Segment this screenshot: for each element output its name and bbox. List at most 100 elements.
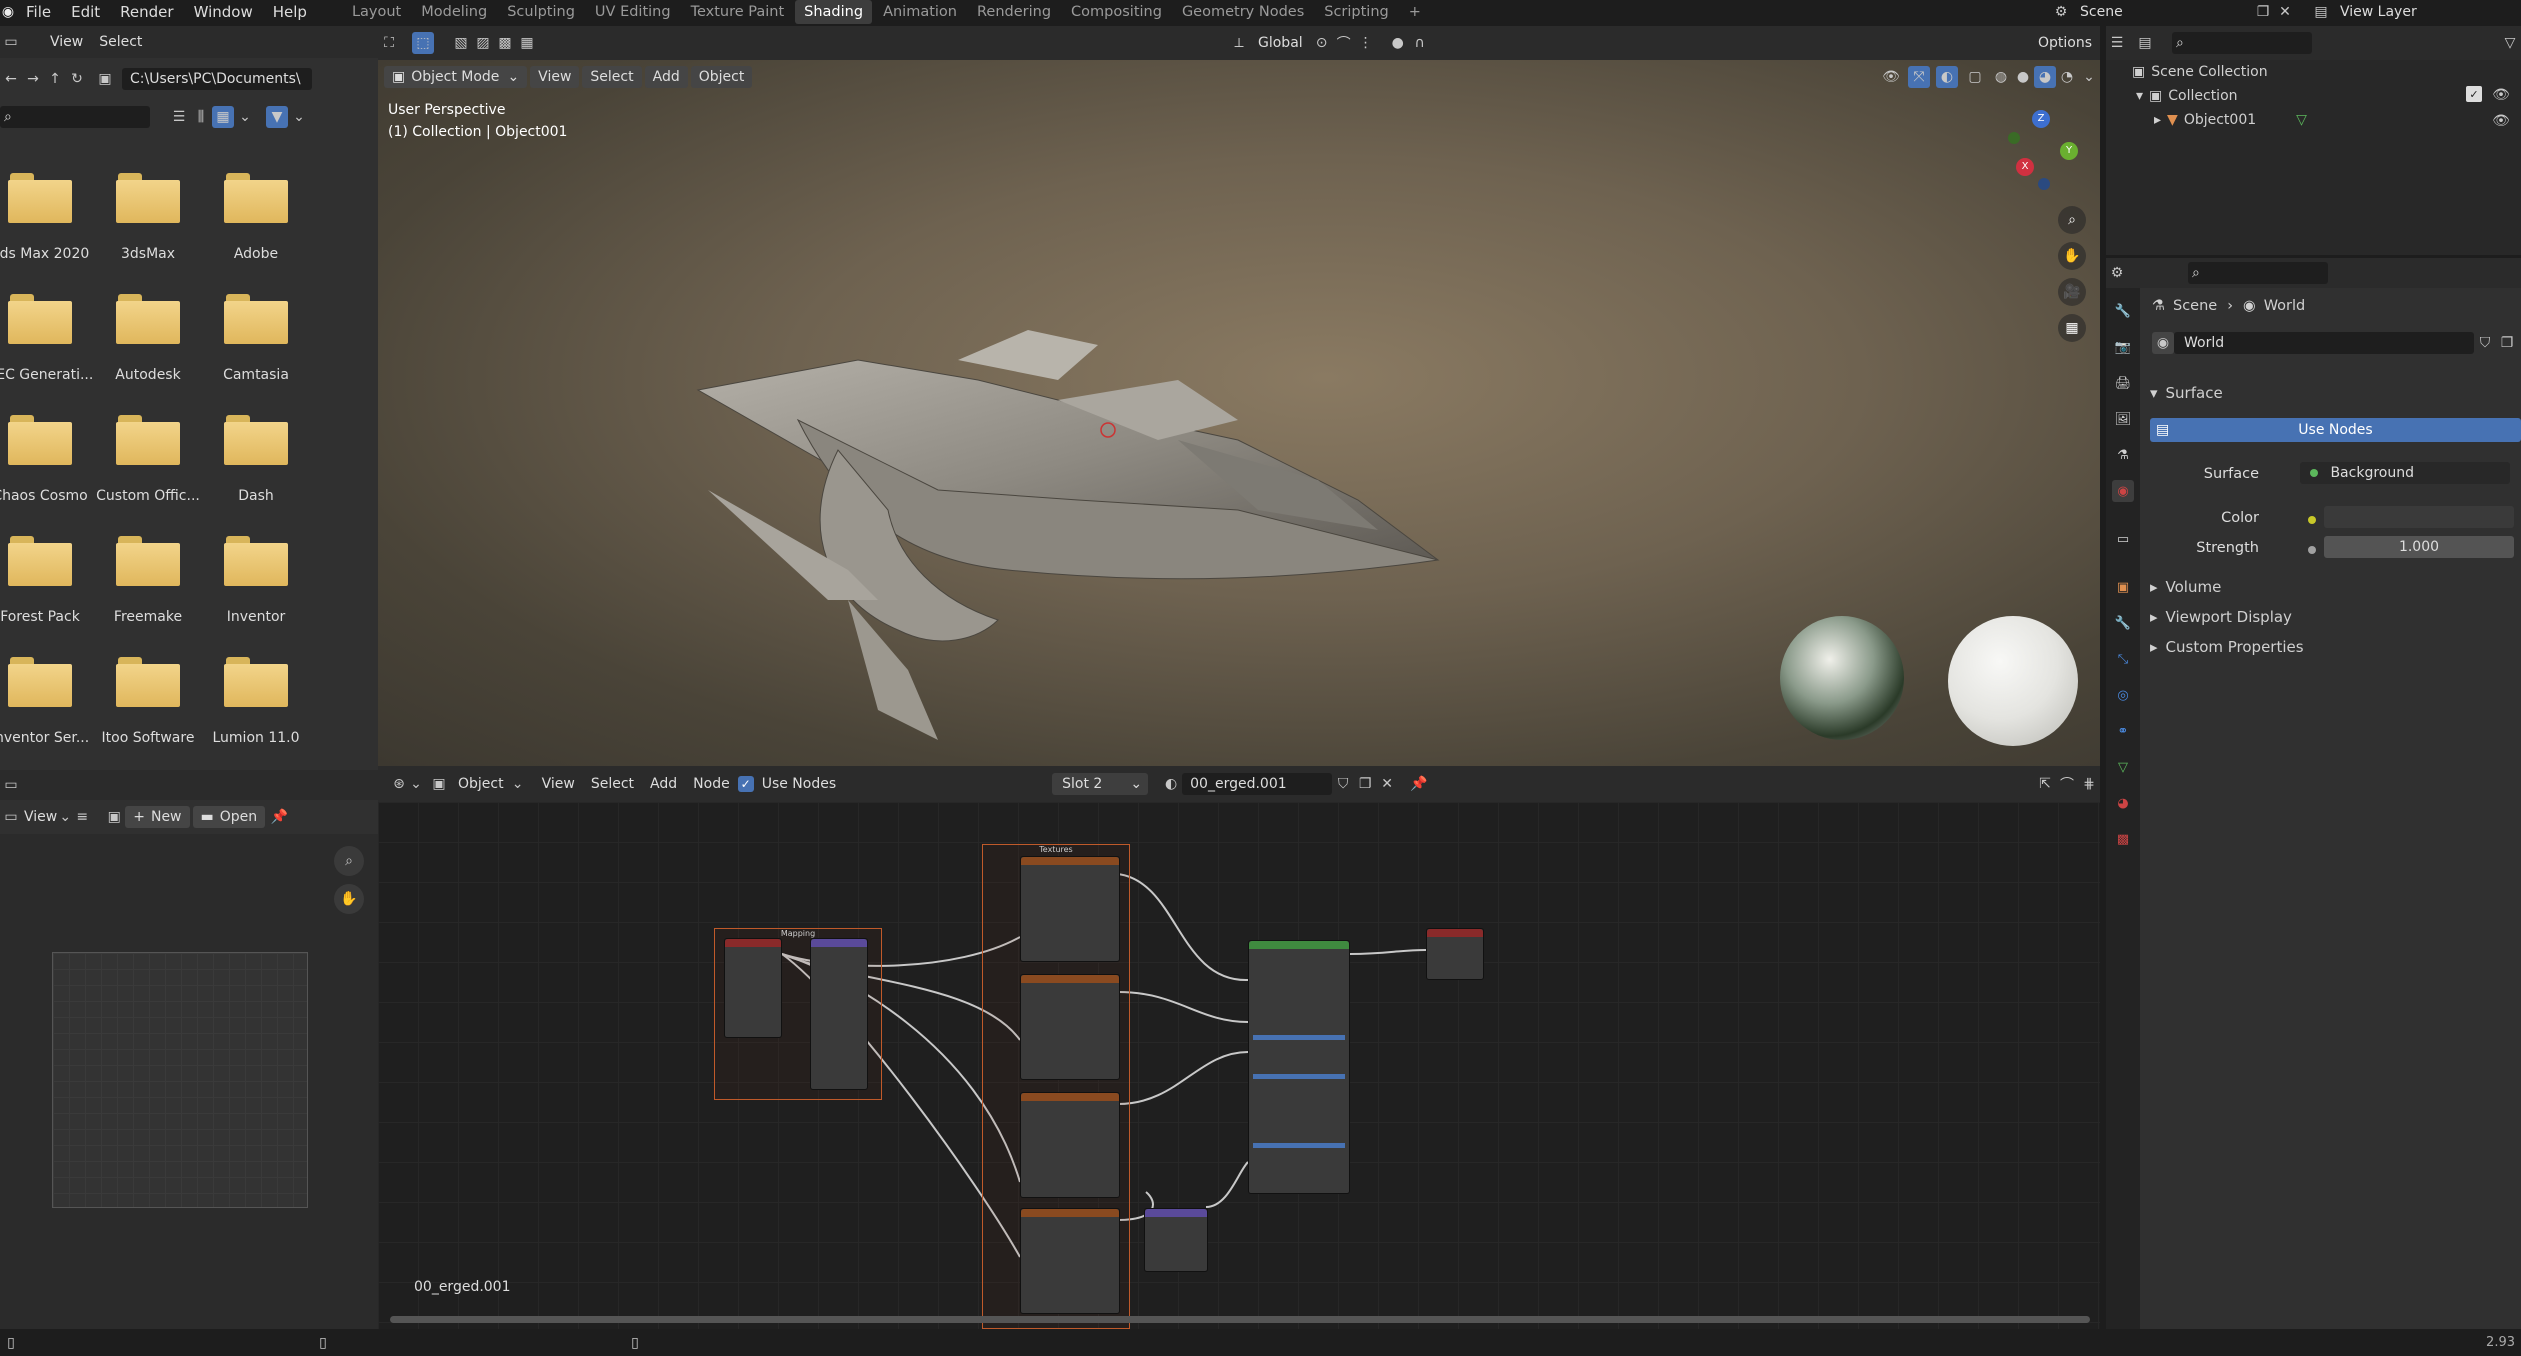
use-nodes-button[interactable]: ▤ Use Nodes bbox=[2150, 418, 2521, 442]
pivot-icon[interactable]: ⊙ bbox=[1311, 32, 1333, 54]
texture-coordinate-node[interactable] bbox=[724, 938, 782, 1038]
outliner-search-input[interactable]: ⌕ bbox=[2172, 32, 2312, 54]
folder-label[interactable]: Autodesk bbox=[93, 367, 203, 383]
material-name-field[interactable]: 00_erged.001 bbox=[1182, 773, 1333, 795]
surface-panel-header[interactable]: ▾ Surface bbox=[2150, 384, 2223, 402]
menu-window[interactable]: Window bbox=[184, 0, 263, 24]
3d-viewport[interactable]: ▣ Object Mode ⌄ View Select Add Object 👁 ⤧… bbox=[378, 60, 2100, 766]
surface-shader-field[interactable]: Background bbox=[2300, 462, 2510, 484]
editor-type-icon[interactable]: ☰ bbox=[2106, 32, 2128, 54]
mapping-node[interactable] bbox=[810, 938, 868, 1090]
list-horizontal-icon[interactable]: ⫼ bbox=[190, 106, 212, 128]
outliner-row-collection[interactable]: ▾ ▣ Collection bbox=[2136, 88, 2238, 104]
select-intersect-icon[interactable]: ▦ bbox=[516, 32, 538, 54]
editor-type-icon[interactable]: ⛶ bbox=[378, 32, 400, 54]
tab-scripting[interactable]: Scripting bbox=[1315, 0, 1397, 24]
gizmo-y-axis[interactable]: Y bbox=[2060, 142, 2078, 160]
image-texture-node-normal[interactable] bbox=[1020, 1208, 1120, 1314]
image-menu-view[interactable]: View bbox=[22, 806, 59, 828]
hand-pan-icon[interactable]: ✋ bbox=[2058, 242, 2086, 270]
transform-orientation-dropdown[interactable]: Global bbox=[1250, 32, 1311, 54]
back-icon[interactable]: ← bbox=[0, 68, 22, 90]
editor-type-icon[interactable]: ▭ bbox=[0, 774, 22, 796]
folder-label[interactable]: 3ds Max 2020 bbox=[0, 246, 95, 262]
snap-icon[interactable]: ⌒ bbox=[1333, 32, 1355, 54]
breadcrumb-scene[interactable]: Scene bbox=[2173, 298, 2217, 314]
viewport-menu-select[interactable]: Select bbox=[582, 66, 642, 88]
principled-bsdf-node[interactable] bbox=[1248, 940, 1350, 1194]
material-sphere-icon[interactable]: ◐ bbox=[1160, 773, 1182, 795]
fake-user-shield-icon[interactable]: ⛉ bbox=[1332, 773, 1354, 795]
breadcrumb-world[interactable]: World bbox=[2264, 298, 2306, 314]
folder-label[interactable]: Inventor Ser... bbox=[0, 730, 95, 746]
menu-render[interactable]: Render bbox=[110, 0, 183, 24]
add-workspace-button[interactable]: + bbox=[1400, 0, 1430, 24]
folder-label[interactable]: Dash bbox=[201, 488, 311, 504]
thumbnails-icon[interactable]: ▦ bbox=[212, 106, 234, 128]
folder-icon[interactable] bbox=[8, 657, 72, 707]
shader-type-dropdown[interactable]: Object bbox=[450, 773, 512, 795]
slot-dropdown[interactable]: Slot 2 ⌄ bbox=[1052, 773, 1149, 795]
path-field[interactable]: C:\Users\PC\Documents\ bbox=[122, 68, 312, 90]
eye-icon[interactable]: 👁 bbox=[2490, 110, 2512, 132]
scene-selector[interactable]: ⚙ Scene ❐ ✕ ▤ View Layer bbox=[2050, 0, 2425, 24]
eye-icon[interactable]: 👁 bbox=[2490, 84, 2512, 106]
display-mode-icon[interactable]: ▤ bbox=[2134, 32, 2156, 54]
render-tab-icon[interactable]: 📷 bbox=[2112, 336, 2134, 358]
tool-tab-icon[interactable]: 🔧 bbox=[2112, 300, 2134, 322]
view-mode-icon[interactable]: ▭ bbox=[0, 806, 22, 828]
mode-dropdown[interactable]: ▣ Object Mode ⌄ bbox=[384, 66, 528, 88]
folder-label[interactable]: Chaos Cosmo bbox=[0, 488, 95, 504]
use-nodes-checkbox[interactable]: ✓ Use Nodes bbox=[737, 773, 844, 795]
chevron-down-icon[interactable]: ⌄ bbox=[234, 106, 256, 128]
gizmo-neg-y[interactable] bbox=[2008, 132, 2020, 144]
menu-lines-icon[interactable]: ≡ bbox=[71, 806, 93, 828]
duplicate-world-icon[interactable]: ❐ bbox=[2496, 332, 2518, 354]
folder-label[interactable]: Adobe bbox=[201, 246, 311, 262]
color-swatch-field[interactable] bbox=[2324, 506, 2514, 528]
snap-target-icon[interactable]: ⋮ bbox=[1355, 32, 1377, 54]
strength-field[interactable]: 1.000 bbox=[2324, 536, 2514, 558]
viewport-display-panel-header[interactable]: ▸ Viewport Display bbox=[2150, 608, 2292, 626]
pin-icon[interactable]: 📌 bbox=[268, 806, 290, 828]
folder-icon[interactable] bbox=[116, 536, 180, 586]
select-subtract-icon[interactable]: ▩ bbox=[494, 32, 516, 54]
node-menu-select[interactable]: Select bbox=[583, 773, 642, 795]
gizmo-z-axis[interactable]: Z bbox=[2032, 110, 2050, 128]
gizmo-toggle-icon[interactable]: ⤧ bbox=[1908, 66, 1930, 88]
constraints-tab-icon[interactable]: ⚭ bbox=[2112, 720, 2134, 742]
tab-compositing[interactable]: Compositing bbox=[1062, 0, 1171, 24]
editor-type-icon[interactable]: ▭ bbox=[0, 31, 22, 53]
node-editor-canvas[interactable]: Mapping Textures 00_erged.001 bbox=[378, 802, 2100, 1329]
image-texture-node-basecolor[interactable] bbox=[1020, 856, 1120, 962]
options-dropdown[interactable]: Options bbox=[2030, 32, 2100, 54]
copy-scene-icon[interactable]: ❐ bbox=[2252, 1, 2274, 23]
modifier-tab-icon[interactable]: 🔧 bbox=[2112, 612, 2134, 634]
select-extend-icon[interactable]: ▨ bbox=[472, 32, 494, 54]
overlays-icon[interactable]: ◐ bbox=[1936, 66, 1958, 88]
collection-tab-icon[interactable]: ▭ bbox=[2112, 528, 2134, 550]
tab-geometry-nodes[interactable]: Geometry Nodes bbox=[1173, 0, 1313, 24]
normal-map-node[interactable] bbox=[1144, 1208, 1208, 1272]
folder-icon[interactable] bbox=[8, 415, 72, 465]
view-layer-name[interactable]: View Layer bbox=[2332, 1, 2425, 23]
filter-icon[interactable]: ▽ bbox=[2499, 32, 2521, 54]
exclude-checkbox[interactable]: ✓ bbox=[2466, 86, 2482, 102]
gizmo-x-axis[interactable]: X bbox=[2016, 158, 2034, 176]
falloff-icon[interactable]: ∩ bbox=[1409, 32, 1431, 54]
gizmo-neg-z[interactable] bbox=[2038, 178, 2050, 190]
camera-icon[interactable]: 🎥 bbox=[2058, 278, 2086, 306]
menu-help[interactable]: Help bbox=[263, 0, 317, 24]
folder-label[interactable]: Itoo Software bbox=[93, 730, 203, 746]
image-texture-node-roughness[interactable] bbox=[1020, 1092, 1120, 1198]
object-tab-icon[interactable]: ▣ bbox=[2112, 576, 2134, 598]
folder-label[interactable]: Custom Offic... bbox=[93, 488, 203, 504]
folder-icon[interactable] bbox=[116, 415, 180, 465]
file-search-input[interactable]: ⌕ bbox=[0, 106, 150, 128]
refresh-icon[interactable]: ↻ bbox=[66, 68, 88, 90]
snap-icon[interactable]: ⌒ bbox=[2056, 773, 2078, 795]
forward-icon[interactable]: → bbox=[22, 68, 44, 90]
folder-label[interactable]: Camtasia bbox=[201, 367, 311, 383]
unlink-material-icon[interactable]: ✕ bbox=[1376, 773, 1398, 795]
horizontal-scrollbar[interactable] bbox=[390, 1316, 2090, 1323]
